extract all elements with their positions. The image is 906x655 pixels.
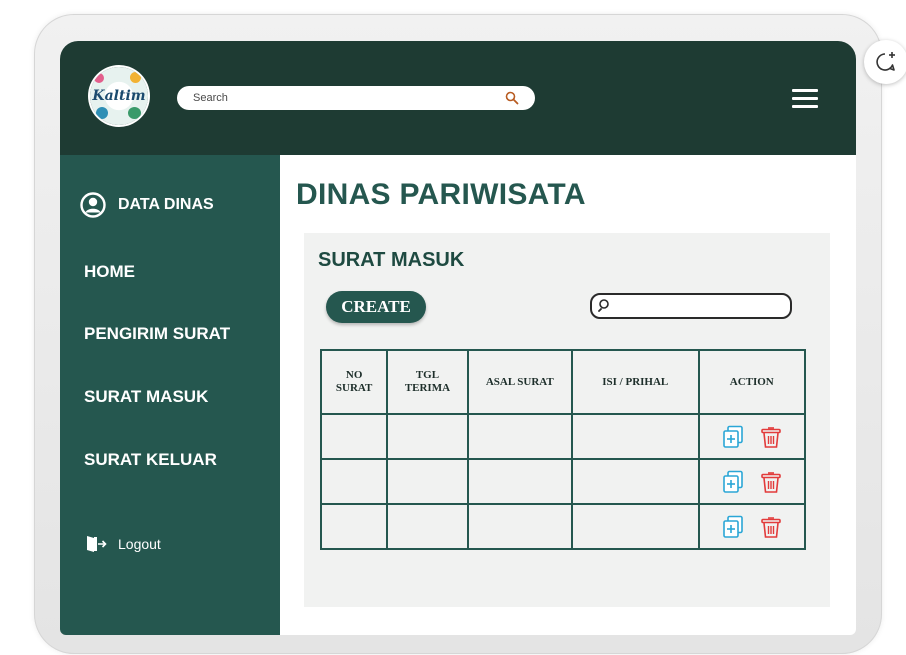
user-circle-icon (80, 192, 106, 218)
trash-icon[interactable] (760, 515, 782, 539)
table-search-field[interactable] (590, 293, 792, 319)
trash-icon[interactable] (760, 470, 782, 494)
add-copy-icon[interactable] (722, 515, 744, 539)
table-header-row: NO SURAT TGL TERIMA ASAL SURAT ISI / PRI… (319, 349, 807, 415)
action-cell (697, 413, 807, 460)
sidebar-profile-label: DATA DINAS (118, 196, 214, 213)
column-header-no-surat: NO SURAT (319, 349, 389, 415)
table-cell (571, 458, 700, 505)
table-row (319, 413, 807, 460)
logo-text: Kaltim (92, 88, 146, 104)
table-cell (319, 413, 389, 460)
page-title: DINAS PARIWISATA (296, 178, 586, 211)
logo-decoration (96, 107, 108, 119)
sidebar-item-surat-masuk[interactable]: SURAT MASUK (84, 387, 208, 407)
column-header-tgl-terima: TGL TERIMA (386, 349, 469, 415)
sidebar-item-home[interactable]: HOME (84, 262, 135, 282)
search-icon[interactable] (505, 91, 519, 105)
table-cell (466, 458, 574, 505)
app-screen: Kaltim DATA DINAS HOME PENGIRIM SURAT SU… (60, 41, 856, 635)
add-copy-icon[interactable] (722, 470, 744, 494)
table-cell (319, 458, 389, 505)
column-header-line: TERIMA (404, 382, 451, 394)
add-copy-icon[interactable] (722, 425, 744, 449)
chat-plus-icon (876, 52, 895, 71)
table-cell (466, 413, 574, 460)
table-cell (466, 503, 574, 550)
table-cell (319, 503, 389, 550)
trash-icon[interactable] (760, 425, 782, 449)
column-header-line: SURAT (335, 382, 373, 394)
hamburger-menu-icon[interactable] (792, 89, 818, 109)
header-search-input[interactable] (191, 91, 495, 105)
logout-button[interactable]: Logout (86, 535, 161, 553)
table-row (319, 458, 807, 505)
column-header-line: ISI / PRIHAL (602, 375, 669, 388)
chat-plus-button[interactable] (864, 40, 906, 84)
section-title: SURAT MASUK (318, 249, 465, 271)
logout-icon (87, 536, 107, 552)
table-cell (386, 413, 469, 460)
logo-decoration (128, 107, 141, 119)
sidebar-item-pengirim-surat[interactable]: PENGIRIM SURAT (84, 324, 230, 344)
sidebar-item-data-dinas[interactable]: DATA DINAS (80, 192, 214, 218)
logout-label: Logout (118, 536, 161, 552)
column-header-line: NO (345, 369, 363, 381)
table-cell (571, 503, 700, 550)
logo-decoration (94, 73, 104, 83)
table-cell (386, 458, 469, 505)
kaltim-logo[interactable]: Kaltim (90, 67, 148, 125)
top-bar: Kaltim (60, 41, 856, 155)
search-icon (598, 299, 609, 312)
surat-masuk-table: NO SURAT TGL TERIMA ASAL SURAT ISI / PRI… (319, 349, 807, 550)
action-cell (697, 458, 807, 505)
content-panel: SURAT MASUK CREATE NO SURAT TGL TERIMA A… (304, 233, 830, 607)
column-header-line: TGL (415, 369, 440, 381)
column-header-action: ACTION (697, 349, 807, 415)
create-button[interactable]: CREATE (326, 291, 426, 323)
column-header-line: ASAL SURAT (485, 375, 554, 388)
column-header-line: ACTION (729, 375, 774, 388)
table-cell (571, 413, 700, 460)
table-search-input[interactable] (616, 297, 788, 317)
action-cell (697, 503, 807, 550)
table-cell (386, 503, 469, 550)
column-header-asal-surat: ASAL SURAT (466, 349, 574, 415)
table-row (319, 503, 807, 550)
logo-decoration (130, 72, 141, 83)
header-search-bar[interactable] (177, 86, 535, 110)
sidebar-item-surat-keluar[interactable]: SURAT KELUAR (84, 450, 217, 470)
column-header-isi-prihal: ISI / PRIHAL (571, 349, 700, 415)
sidebar: DATA DINAS HOME PENGIRIM SURAT SURAT MAS… (60, 155, 280, 635)
